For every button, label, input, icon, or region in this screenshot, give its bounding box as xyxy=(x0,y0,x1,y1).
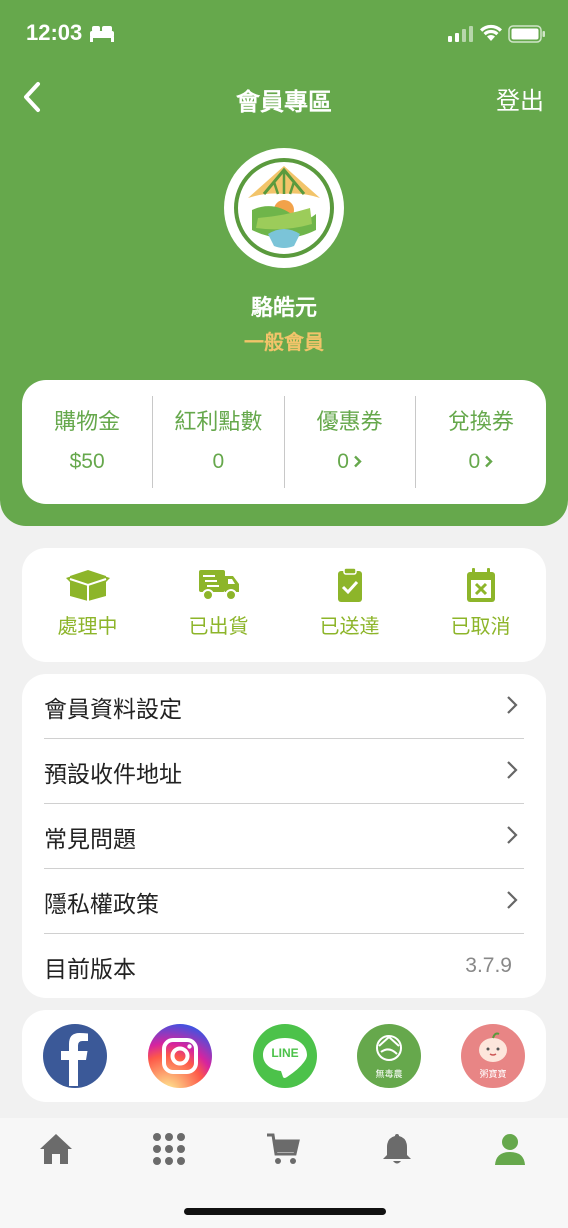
cart-icon xyxy=(267,1133,300,1164)
order-label: 處理中 xyxy=(57,614,118,638)
cellular-signal-icon xyxy=(448,26,474,46)
order-label: 已取消 xyxy=(450,614,511,638)
nav-bar: 會員專區 登出 xyxy=(0,70,568,126)
stat-label: 優惠券 xyxy=(316,410,383,435)
settings-menu: 會員資料設定 預設收件地址 常見問題 隱私權政策 目前版本 3.7.9 xyxy=(22,674,546,998)
bed-icon xyxy=(90,26,114,46)
order-status-card: 處理中 已出貨 已送達 已取消 xyxy=(22,548,546,662)
menu-item-profile-settings[interactable]: 會員資料設定 xyxy=(44,674,524,739)
stat-value: 0 xyxy=(212,450,225,473)
status-bar: 12:03 xyxy=(0,0,568,66)
instagram-link[interactable] xyxy=(148,1024,212,1088)
stat-shopping-credit[interactable]: 購物金 $50 xyxy=(22,396,152,488)
menu-label: 常見問題 xyxy=(44,827,136,853)
wudunong-link[interactable]: 無毒農 xyxy=(357,1024,421,1088)
chevron-right-icon xyxy=(506,890,518,914)
stat-value: 0 xyxy=(337,450,349,473)
zhoubaobao-caption: 粥寶寶 xyxy=(479,1070,507,1080)
truck-icon xyxy=(198,570,239,601)
member-level: 一般會員 xyxy=(244,330,324,354)
bell-icon xyxy=(383,1134,411,1164)
chevron-right-icon xyxy=(506,695,518,719)
line-label: LINE xyxy=(271,1046,299,1060)
stat-label: 購物金 xyxy=(54,410,121,435)
menu-label: 會員資料設定 xyxy=(44,697,182,723)
instagram-icon xyxy=(162,1038,198,1074)
tab-notifications[interactable] xyxy=(382,1132,412,1170)
order-label: 已送達 xyxy=(319,614,380,638)
stat-label: 兌換券 xyxy=(447,410,514,435)
calendar-x-icon xyxy=(466,568,495,602)
box-icon xyxy=(65,570,110,601)
order-label: 已出貨 xyxy=(188,614,249,638)
facebook-link[interactable] xyxy=(43,1024,107,1088)
menu-item-app-version: 目前版本 3.7.9 xyxy=(44,934,524,999)
page-title: 會員專區 xyxy=(236,88,332,116)
app-version-value: 3.7.9 xyxy=(465,954,512,977)
battery-icon xyxy=(508,25,546,47)
chevron-right-icon xyxy=(506,760,518,784)
home-icon xyxy=(40,1134,72,1164)
order-cancelled[interactable]: 已取消 xyxy=(415,548,546,662)
grid-dots-icon xyxy=(153,1133,185,1165)
user-name: 駱皓元 xyxy=(250,296,317,321)
menu-label: 預設收件地址 xyxy=(44,762,182,788)
stat-value-row: 0 xyxy=(285,450,415,474)
menu-item-faq[interactable]: 常見問題 xyxy=(44,804,524,869)
wifi-icon xyxy=(479,23,503,45)
stat-bonus-points[interactable]: 紅利點數 0 xyxy=(152,396,283,488)
order-processing[interactable]: 處理中 xyxy=(22,548,153,662)
farm-logo-icon xyxy=(234,158,334,258)
menu-item-default-address[interactable]: 預設收件地址 xyxy=(44,739,524,804)
stat-value: 0 xyxy=(468,450,481,473)
menu-label: 隱私權政策 xyxy=(44,892,159,918)
logout-button[interactable]: 登出 xyxy=(496,81,544,116)
zhoubaobao-link[interactable]: 粥寶寶 xyxy=(461,1024,525,1088)
stat-value: $50 xyxy=(69,450,105,473)
social-links: LINE 無毒農 粥寶寶 xyxy=(22,1010,546,1102)
user-icon xyxy=(495,1134,525,1165)
clipboard-check-icon xyxy=(337,568,362,602)
order-delivered[interactable]: 已送達 xyxy=(284,548,415,662)
tab-cart[interactable] xyxy=(266,1132,300,1170)
stat-coupons[interactable]: 優惠券 0 xyxy=(283,396,415,488)
tab-member[interactable] xyxy=(494,1132,526,1170)
stat-value-row: 0 xyxy=(416,450,546,474)
facebook-icon xyxy=(61,1033,88,1086)
stat-vouchers[interactable]: 兌換券 0 xyxy=(414,396,546,488)
wudunong-caption: 無毒農 xyxy=(375,1070,403,1080)
tab-categories[interactable] xyxy=(152,1132,186,1170)
chevron-right-icon xyxy=(506,825,518,849)
menu-item-privacy-policy[interactable]: 隱私權政策 xyxy=(44,869,524,934)
status-time: 12:03 xyxy=(26,20,83,45)
line-link[interactable]: LINE xyxy=(253,1024,317,1088)
chevron-right-icon xyxy=(484,452,493,473)
profile-header: 12:03 會員專區 登出 駱皓元 一般會員 購物金 $50 紅利點數 0 優惠… xyxy=(0,0,568,526)
home-indicator xyxy=(184,1208,386,1215)
member-stats-card: 購物金 $50 紅利點數 0 優惠券 0 兌換券 0 xyxy=(22,380,546,504)
avatar xyxy=(224,148,344,268)
stat-label: 紅利點數 xyxy=(174,410,263,435)
tab-home[interactable] xyxy=(38,1132,74,1170)
menu-label: 目前版本 xyxy=(44,957,136,983)
chevron-right-icon xyxy=(353,452,362,473)
order-shipped[interactable]: 已出貨 xyxy=(153,548,284,662)
